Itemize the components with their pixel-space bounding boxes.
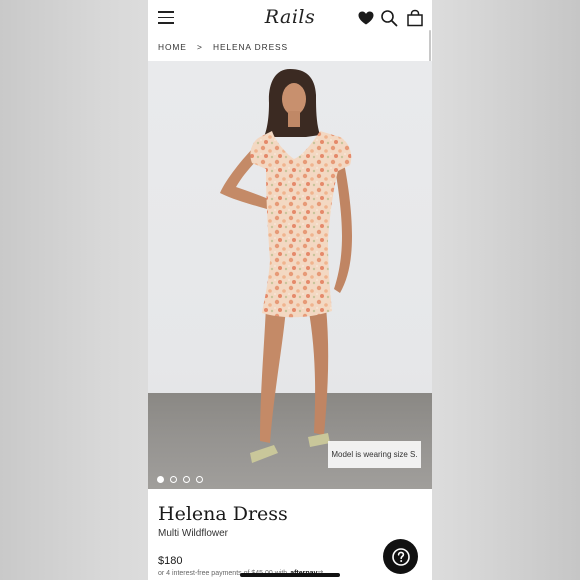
model-photo — [220, 69, 352, 463]
home-indicator[interactable] — [240, 573, 340, 577]
help-button[interactable] — [383, 539, 418, 574]
breadcrumb: HOME > HELENA DRESS — [158, 42, 288, 52]
breadcrumb-current: HELENA DRESS — [213, 42, 289, 52]
product-price: $180 — [158, 555, 183, 567]
carousel-dot[interactable] — [183, 476, 190, 483]
breadcrumb-home-link[interactable]: HOME — [158, 42, 187, 52]
heart-icon[interactable] — [357, 9, 375, 27]
top-navigation-bar: Rails — [148, 0, 432, 36]
breadcrumb-separator: > — [196, 42, 203, 52]
carousel-dot[interactable] — [170, 476, 177, 483]
product-image-gallery[interactable]: Model is wearing size S. — [148, 61, 432, 489]
carousel-dot[interactable] — [157, 476, 164, 483]
product-page: Rails HOME > HELENA DRESS Model is weari… — [148, 0, 432, 580]
question-mark-icon — [391, 547, 410, 566]
size-note: Model is wearing size S. — [328, 441, 421, 468]
carousel-indicators — [157, 476, 203, 483]
product-color: Multi Wildflower — [158, 528, 229, 539]
shopping-bag-icon[interactable] — [406, 9, 424, 27]
carousel-dot[interactable] — [196, 476, 203, 483]
product-title: Helena Dress — [158, 503, 288, 525]
search-icon[interactable] — [380, 9, 398, 27]
